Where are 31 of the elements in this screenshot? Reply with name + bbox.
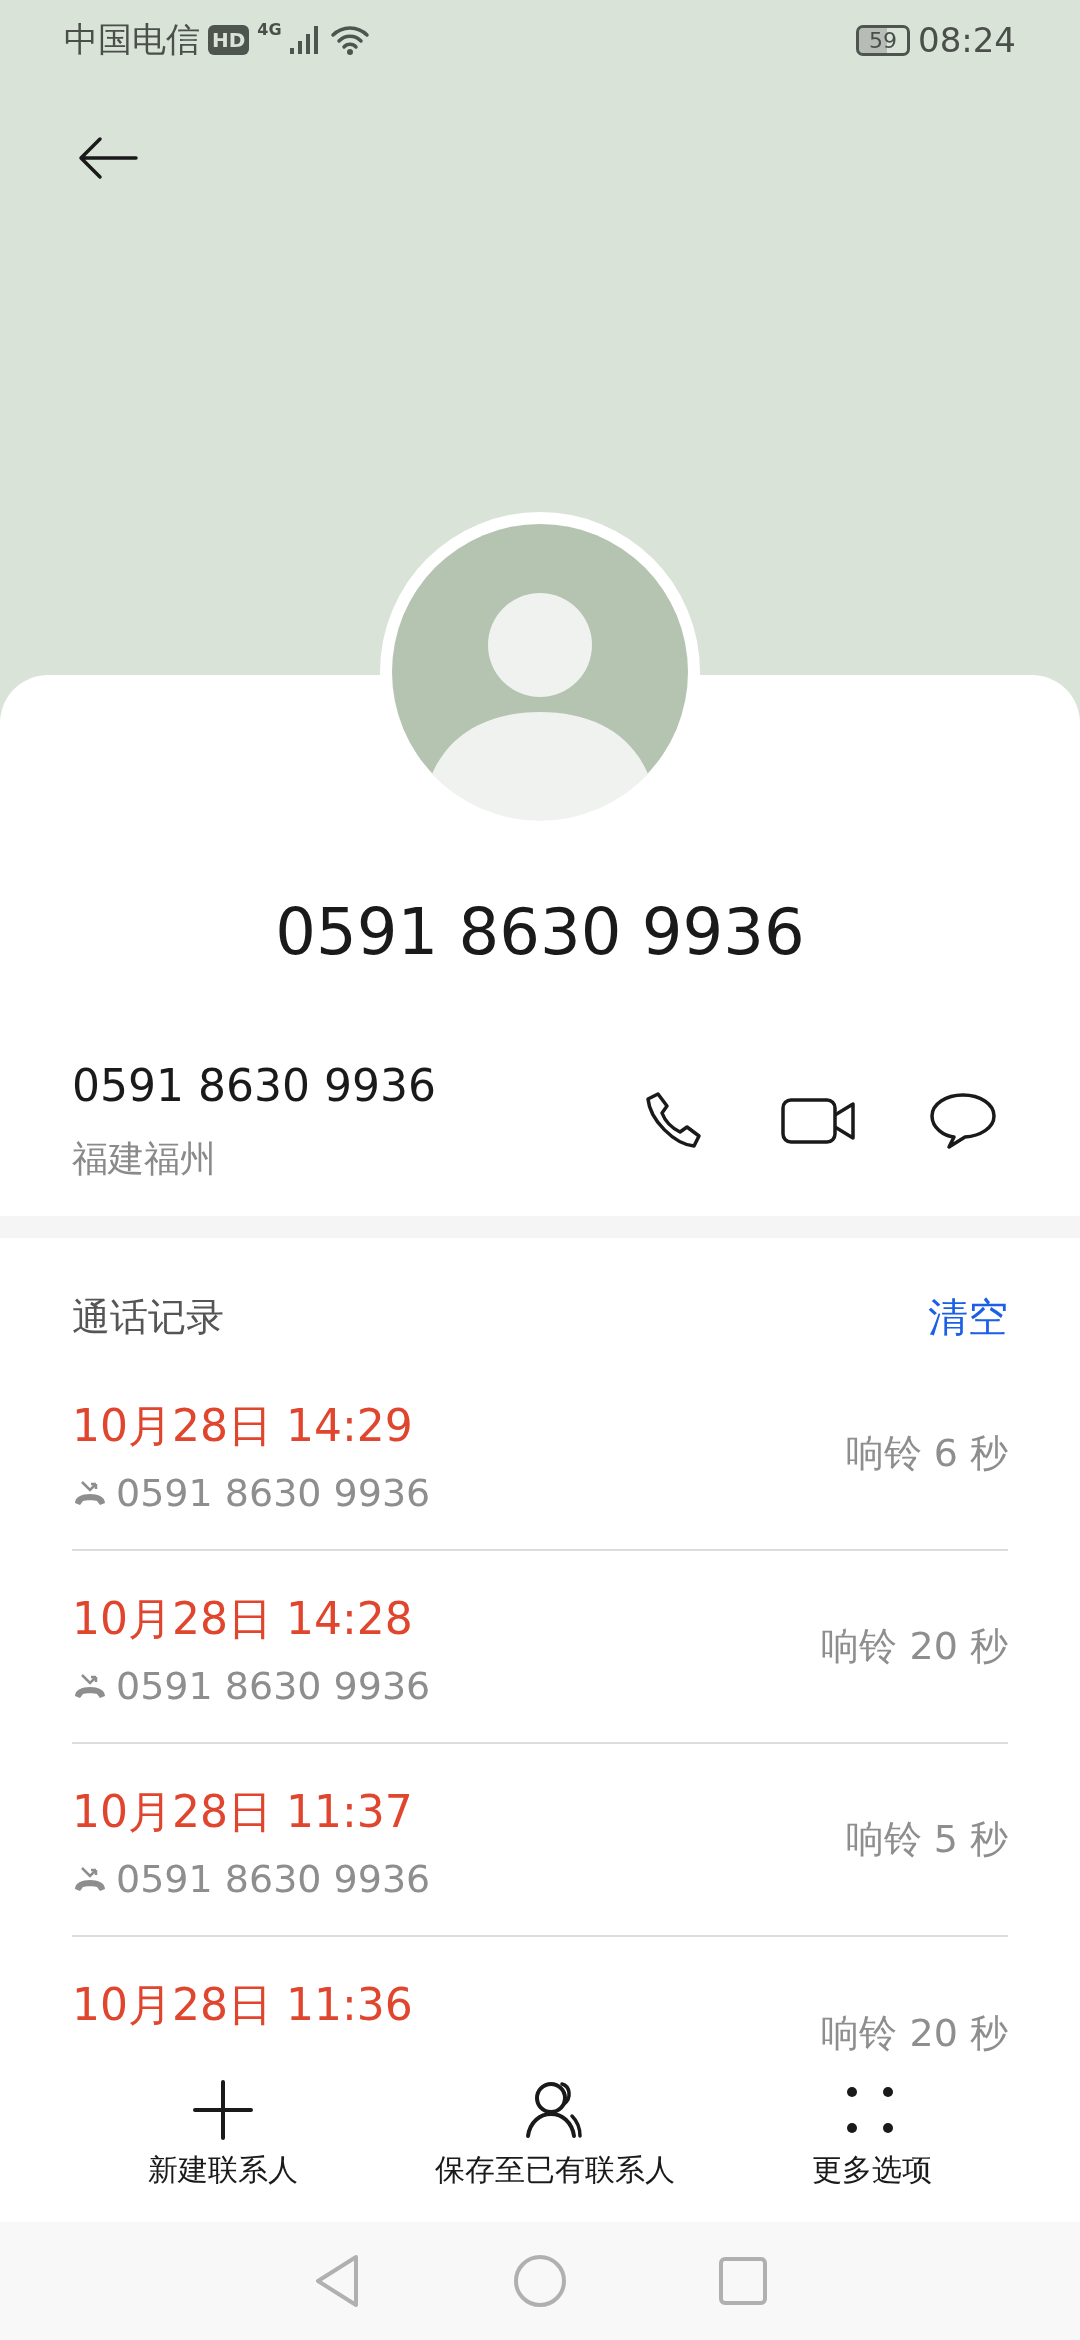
call-time: 10月28日 14:29 <box>72 1399 414 1453</box>
number-location: 福建福州 <box>72 1137 217 1181</box>
ring-duration: 响铃 6 秒 <box>845 1430 1008 1477</box>
carrier-name: 中国电信 <box>64 18 200 61</box>
clock: 08:24 <box>918 20 1016 60</box>
call-number: 0591 8630 9936 <box>116 1663 431 1710</box>
phone-number: 0591 8630 9936 <box>72 1059 437 1113</box>
missed-call-icon <box>72 1672 108 1700</box>
action-button[interactable]: 新建联系人 <box>148 2060 299 2222</box>
network-type: 4G <box>257 20 282 39</box>
speech-bubble-icon <box>928 1091 998 1151</box>
battery-indicator: 59 <box>856 24 910 56</box>
clear-link[interactable]: 清空 <box>928 1289 1008 1345</box>
missed-call-icon <box>72 1479 108 1507</box>
call-number: 0591 8630 9936 <box>116 1470 431 1517</box>
call-time: 10月28日 11:37 <box>72 1785 414 1839</box>
action-button[interactable]: 更多选项 <box>811 2060 932 2222</box>
missed-call-icon <box>72 1865 108 1893</box>
call-number: 0591 8630 9936 <box>116 1856 431 1903</box>
plus-icon <box>193 2080 254 2140</box>
ring-duration: 响铃 20 秒 <box>821 1623 1008 1670</box>
hd-badge: HD <box>208 25 250 55</box>
call-time: 10月28日 14:28 <box>72 1592 414 1646</box>
section-title: 通话记录 <box>72 1294 224 1341</box>
video-camera-icon <box>781 1096 857 1146</box>
contact-title: 0591 8630 9936 <box>274 894 806 971</box>
wifi-icon <box>329 24 370 56</box>
ring-duration: 响铃 20 秒 <box>821 2010 1008 2057</box>
call-time: 10月28日 11:36 <box>72 1978 414 2032</box>
action-button[interactable]: 保存至已有联系人 <box>435 2060 675 2222</box>
ring-duration: 响铃 5 秒 <box>845 1816 1008 1863</box>
